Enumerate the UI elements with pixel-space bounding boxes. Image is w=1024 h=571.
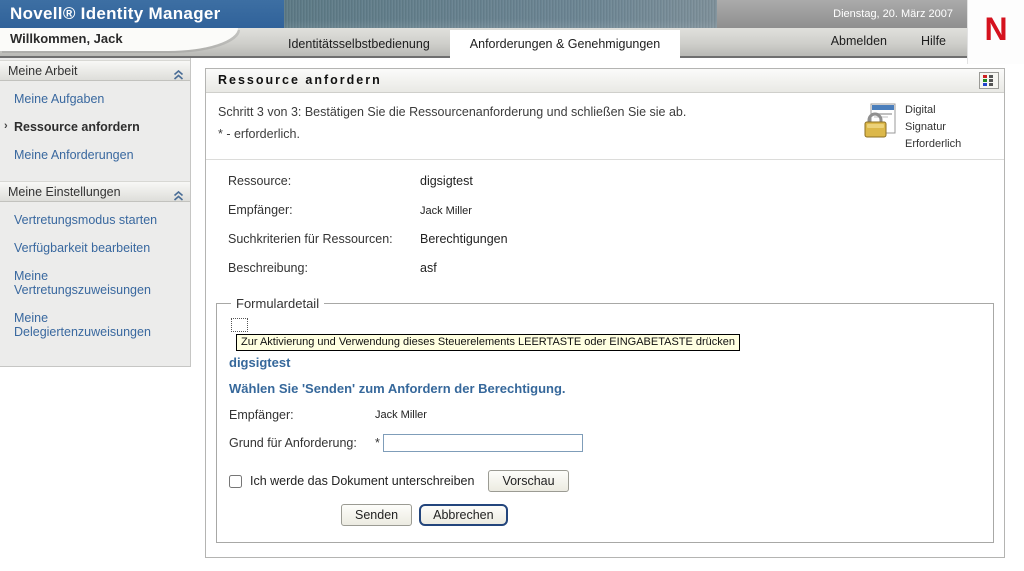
resource-label: Ressource:	[228, 174, 292, 189]
form-recipient-label: Empfänger:	[229, 408, 294, 423]
sign-document-label: Ich werde das Dokument unterschreiben	[250, 474, 475, 489]
sidebar-item-enter-proxy-mode[interactable]: Vertretungsmodus starten	[0, 206, 190, 234]
description-label: Beschreibung:	[228, 261, 308, 276]
step-line-2: * - erforderlich.	[218, 126, 300, 141]
reason-input[interactable]	[382, 434, 583, 453]
summary-row-resource: Ressource: digsigtest	[228, 174, 992, 188]
keyboard-focus-box[interactable]	[231, 318, 248, 333]
collapse-chevron-icon[interactable]	[173, 187, 184, 207]
page-body: Meine Arbeit Meine Aufgaben › Ressource …	[0, 58, 1024, 571]
current-date: Dienstag, 20. März 2007	[833, 8, 953, 20]
request-resource-panel: Ressource anfordern Schritt 3 von 3: Bes…	[205, 68, 1005, 559]
logout-link[interactable]: Abmelden	[831, 34, 887, 48]
form-resource-title: digsigtest	[229, 355, 291, 371]
panel-title: Ressource anfordern	[218, 73, 382, 87]
sidebar-item-edit-availability[interactable]: Verfügbarkeit bearbeiten	[0, 234, 190, 262]
digital-signature-label: Digital Signatur Erforderlich	[905, 104, 962, 151]
activation-tooltip: Zur Aktivierung und Verwendung dieses St…	[236, 334, 741, 352]
collapse-chevron-icon[interactable]	[173, 66, 184, 86]
sidebar-section-my-work-title: Meine Arbeit	[8, 64, 78, 78]
novell-n-logo-icon: N	[984, 11, 1008, 47]
form-detail-fieldset: Formulardetail Zur Aktivierung und Verwe…	[216, 296, 994, 544]
sign-document-checkbox[interactable]	[229, 474, 242, 488]
digital-signature-indicator: Digital Signatur Erforderlich	[862, 102, 990, 153]
summary-row-description: Beschreibung: asf	[228, 261, 992, 275]
sidebar-my-settings-items: Vertretungsmodus starten Verfügbarkeit b…	[0, 202, 190, 356]
search-criteria-value: Berechtigungen	[420, 232, 508, 247]
top-header-bar: Novell® Identity Manager Dienstag, 20. M…	[0, 0, 1024, 64]
form-recipient-value: Jack Miller	[375, 409, 427, 422]
top-links: Abmelden Hilfe	[831, 34, 946, 48]
form-instruction: Wählen Sie 'Senden' zum Anfordern der Be…	[229, 381, 566, 397]
sidebar-item-my-proxy-assignments[interactable]: Meine Vertretungszuweisungen	[0, 262, 190, 304]
cancel-button[interactable]: Abbrechen	[419, 504, 508, 527]
portlet-options-button[interactable]	[979, 72, 999, 89]
step-instructions-row: Schritt 3 von 3: Bestätigen Sie die Ress…	[206, 93, 1004, 161]
summary-row-search-criteria: Suchkriterien für Ressourcen: Berechtigu…	[228, 232, 992, 246]
step-line-1: Schritt 3 von 3: Bestätigen Sie die Ress…	[218, 105, 687, 119]
description-value: asf	[420, 261, 437, 276]
welcome-message: Willkommen, Jack	[10, 31, 123, 46]
recipient-value: Jack Miller	[420, 205, 472, 218]
form-reason-row: Grund für Anforderung: *	[229, 434, 981, 453]
digital-signature-lock-icon	[864, 103, 896, 138]
brand-bar: Novell® Identity Manager	[0, 0, 284, 28]
resource-value: digsigtest	[420, 174, 473, 189]
portlet-grid-icon	[983, 75, 993, 86]
submit-button[interactable]: Senden	[341, 504, 413, 527]
form-detail-legend: Formulardetail	[236, 296, 320, 312]
sidebar-section-my-work[interactable]: Meine Arbeit	[0, 60, 190, 81]
sidebar-section-my-settings[interactable]: Meine Einstellungen	[0, 181, 190, 202]
required-marker: *	[375, 436, 380, 451]
form-action-buttons: Senden Abbrechen	[341, 504, 981, 527]
help-link[interactable]: Hilfe	[921, 34, 946, 48]
novell-logo-box: N	[967, 0, 1024, 64]
reason-label: Grund für Anforderung:	[229, 436, 357, 451]
sidebar-navigation: Meine Arbeit Meine Aufgaben › Ressource …	[0, 58, 191, 367]
step-text: Schritt 3 von 3: Bestätigen Sie die Ress…	[218, 102, 686, 153]
request-summary: Ressource: digsigtest Empfänger: Jack Mi…	[206, 160, 1004, 294]
sign-document-row: Ich werde das Dokument unterschreiben Vo…	[229, 470, 981, 493]
sidebar-item-request-resource[interactable]: › Ressource anfordern	[0, 113, 190, 141]
sidebar-item-my-delegate-assignments[interactable]: Meine Delegiertenzuweisungen	[0, 304, 190, 346]
sidebar-section-my-settings-title: Meine Einstellungen	[8, 185, 121, 199]
summary-row-recipient: Empfänger: Jack Miller	[228, 203, 992, 217]
search-criteria-label: Suchkriterien für Ressourcen:	[228, 232, 393, 247]
active-item-arrow-icon: ›	[4, 120, 8, 132]
main-tabs: Identitätsselbstbedienung Anforderungen …	[268, 30, 681, 58]
sidebar-item-request-resource-label: Ressource anfordern	[14, 120, 140, 134]
sidebar-my-work-items: Meine Aufgaben › Ressource anfordern Mei…	[0, 81, 190, 179]
sidebar-item-my-requests[interactable]: Meine Anforderungen	[0, 141, 190, 169]
date-bar: Dienstag, 20. März 2007	[717, 0, 967, 28]
tab-bar: Willkommen, Jack Identitätsselbstbedienu…	[0, 28, 1024, 58]
recipient-label: Empfänger:	[228, 203, 293, 218]
brand-title: Novell® Identity Manager	[10, 4, 221, 23]
panel-title-bar: Ressource anfordern	[206, 69, 1004, 93]
preview-button[interactable]: Vorschau	[488, 470, 569, 493]
sidebar-item-my-tasks[interactable]: Meine Aufgaben	[0, 85, 190, 113]
tab-requests-approvals[interactable]: Anforderungen & Genehmigungen	[449, 30, 681, 58]
welcome-area: Willkommen, Jack	[0, 28, 238, 51]
tab-identity-self-service[interactable]: Identitätsselbstbedienung	[268, 30, 450, 58]
form-recipient-row: Empfänger: Jack Miller	[229, 408, 981, 422]
